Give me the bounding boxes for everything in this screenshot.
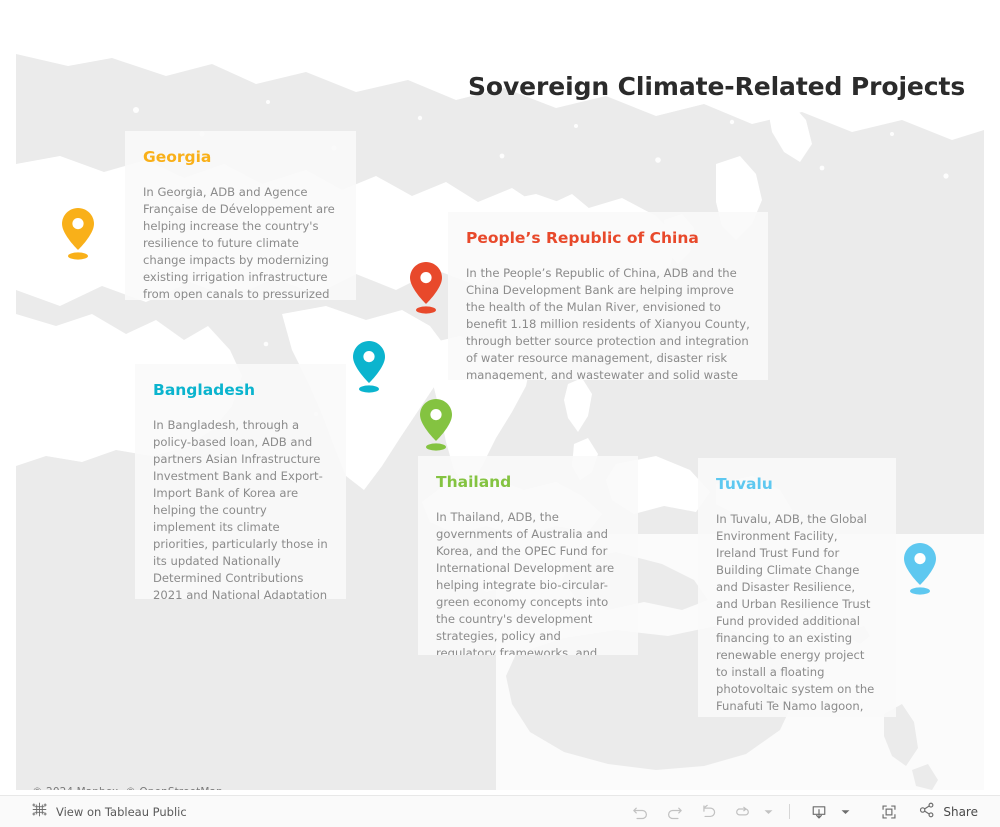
download-icon — [813, 805, 826, 819]
tooltip-body: In Tuvalu, ADB, the Global Environment F… — [716, 512, 875, 717]
tooltip-card-thailand[interactable]: Thailand In Thailand, ADB, the governmen… — [418, 456, 638, 655]
redo-button[interactable] — [657, 799, 691, 825]
map-pin-icon — [62, 208, 94, 260]
page-title: Sovereign Climate-Related Projects — [468, 72, 966, 101]
undo-button[interactable] — [623, 799, 657, 825]
tooltip-card-tuvalu[interactable]: Tuvalu In Tuvalu, ADB, the Global Enviro… — [698, 458, 896, 717]
map-pin-bangladesh[interactable] — [350, 339, 388, 395]
share-label: Share — [943, 804, 978, 819]
tableau-viz-app: Sovereign Climate-Related Projects © 202… — [0, 0, 1000, 827]
map-pin-icon — [353, 341, 385, 393]
refresh-icon — [736, 806, 749, 816]
tooltip-card-china[interactable]: People’s Republic of China In the People… — [448, 212, 768, 380]
osm-attribution[interactable]: © OpenStreetMap — [125, 786, 222, 790]
map-pin-icon — [420, 399, 452, 451]
view-on-tableau-public-label: View on Tableau Public — [56, 804, 187, 819]
view-on-tableau-public-link[interactable]: View on Tableau Public — [32, 802, 187, 821]
fullscreen-button[interactable] — [872, 799, 906, 825]
map-pin-icon — [410, 262, 442, 314]
chevron-down-icon — [764, 809, 773, 814]
toolbar-actions: Share — [623, 799, 978, 825]
fullscreen-icon — [882, 804, 896, 819]
toolbar-divider — [789, 804, 791, 819]
share-icon — [918, 801, 936, 823]
tooltip-body: In Bangladesh, through a policy-based lo… — [153, 418, 328, 599]
redo-icon — [667, 807, 682, 820]
download-button[interactable] — [802, 799, 836, 825]
tooltip-title: Thailand — [436, 473, 512, 491]
tooltip-body: In the People’s Republic of China, ADB a… — [466, 266, 750, 380]
undo-icon — [633, 807, 647, 820]
pause-menu-button[interactable] — [759, 799, 777, 825]
revert-icon — [703, 804, 716, 818]
share-button[interactable]: Share — [906, 801, 978, 823]
bottom-toolbar: View on Tableau Public Share — [0, 795, 1000, 827]
download-menu-caret[interactable] — [836, 799, 854, 825]
map-pin-georgia[interactable] — [59, 206, 97, 262]
revert-button[interactable] — [691, 799, 725, 825]
tooltip-title: Bangladesh — [153, 381, 256, 399]
map-pin-icon — [904, 543, 936, 595]
tooltip-card-bangladesh[interactable]: Bangladesh In Bangladesh, through a poli… — [135, 364, 346, 599]
chevron-down-icon — [841, 809, 850, 814]
tableau-logo-icon — [32, 802, 47, 821]
tooltip-title: Georgia — [143, 148, 212, 166]
tooltip-body: In Thailand, ADB, the governments of Aus… — [436, 510, 615, 655]
map-pin-tuvalu[interactable] — [901, 541, 939, 597]
mapbox-attribution[interactable]: © 2024 Mapbox — [32, 786, 118, 790]
tooltip-title: People’s Republic of China — [466, 229, 699, 247]
map-pin-china[interactable] — [407, 260, 445, 316]
map-attribution[interactable]: © 2024 Mapbox © OpenStreetMap — [32, 786, 230, 790]
tooltip-card-georgia[interactable]: Georgia In Georgia, ADB and Agence Franç… — [125, 131, 356, 300]
tooltip-title: Tuvalu — [716, 475, 773, 493]
map-pin-thailand[interactable] — [417, 397, 455, 453]
tooltip-body: In Georgia, ADB and Agence Française de … — [143, 185, 335, 300]
refresh-button[interactable] — [725, 799, 759, 825]
